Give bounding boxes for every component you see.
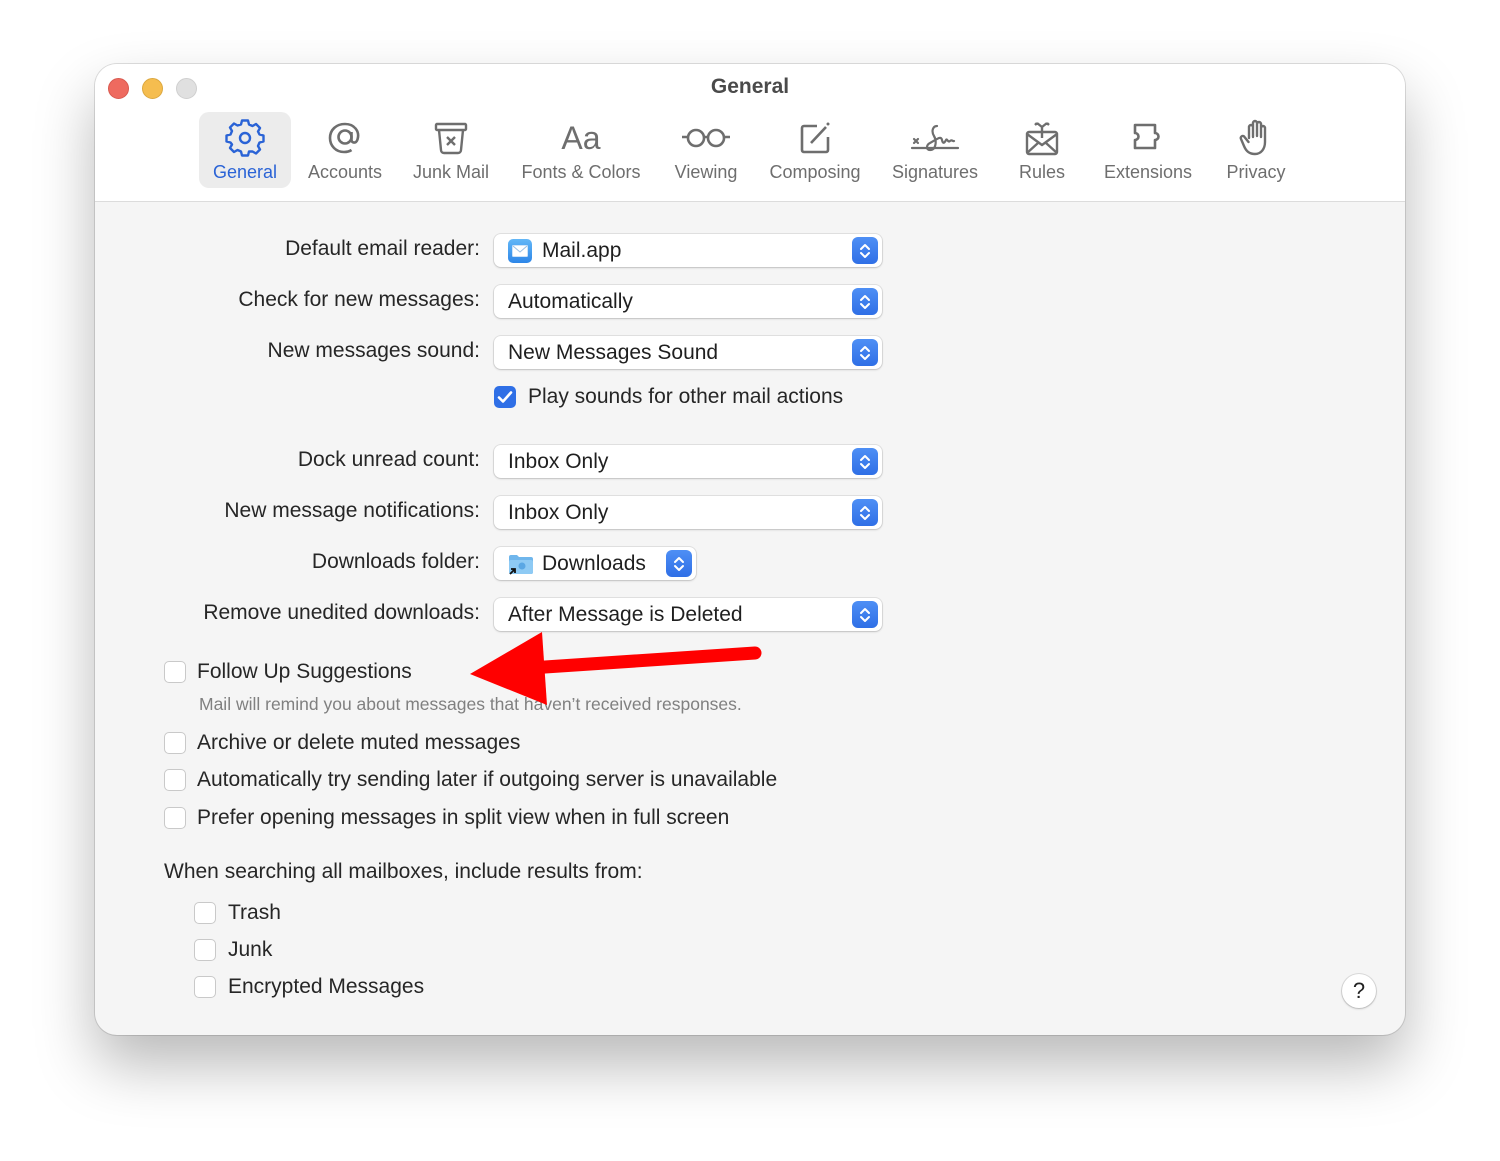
settings-toolbar: General Accounts Junk Mail Aa Fonts & Co…: [95, 112, 1405, 188]
new-messages-sound-label: New messages sound:: [267, 339, 480, 362]
dock-unread-count-label: Dock unread count:: [297, 448, 480, 471]
play-sounds-checkbox[interactable]: [494, 386, 516, 408]
window-title: General: [710, 75, 790, 98]
search-junk-label: Junk: [228, 938, 273, 961]
check-new-messages-label: Check for new messages:: [238, 288, 480, 311]
tab-rules[interactable]: Rules: [1005, 112, 1079, 188]
hand-icon: [1239, 119, 1267, 156]
glasses-icon: [682, 128, 730, 148]
check-new-messages-value: Automatically: [508, 289, 633, 313]
tab-composing[interactable]: Composing: [759, 112, 871, 188]
junk-bin-icon: [434, 122, 468, 155]
tab-fonts-colors[interactable]: Aa Fonts & Colors: [511, 112, 651, 188]
fonts-icon: Aa: [561, 120, 601, 156]
remove-unedited-downloads-label: Remove unedited downloads:: [203, 601, 480, 624]
gear-icon: [225, 119, 265, 157]
popup-stepper-icon: [852, 448, 878, 475]
tab-signatures-label: Signatures: [891, 162, 979, 182]
new-message-notifications-value: Inbox Only: [508, 500, 609, 524]
send-later-checkbox[interactable]: [164, 769, 186, 791]
tab-rules-label: Rules: [1018, 162, 1066, 182]
help-button[interactable]: ?: [1342, 974, 1376, 1008]
downloads-folder-popup[interactable]: Downloads: [494, 547, 696, 580]
rules-envelope-icon: [1025, 122, 1059, 156]
popup-stepper-icon: [852, 237, 878, 264]
tab-composing-label: Composing: [769, 162, 861, 182]
tab-signatures[interactable]: Signatures: [881, 112, 989, 188]
archive-muted-checkbox[interactable]: [164, 732, 186, 754]
tab-general[interactable]: General: [199, 112, 291, 188]
search-trash-checkbox[interactable]: [194, 902, 216, 924]
signature-icon: [910, 124, 960, 152]
tab-privacy[interactable]: Privacy: [1215, 112, 1297, 188]
new-message-notifications-popup[interactable]: Inbox Only: [494, 496, 882, 529]
search-encrypted-label: Encrypted Messages: [228, 975, 425, 998]
popup-stepper-icon: [852, 339, 878, 366]
tab-extensions-label: Extensions: [1103, 162, 1193, 182]
mail-app-icon: [508, 238, 532, 263]
remove-unedited-downloads-value: After Message is Deleted: [508, 602, 743, 626]
follow-up-suggestions-checkbox[interactable]: [164, 661, 186, 683]
popup-stepper-icon: [852, 601, 878, 628]
mail-settings-window: General General Accounts Junk Mail Aa Fo…: [95, 64, 1405, 1035]
tab-viewing-label: Viewing: [674, 162, 738, 182]
search-include-heading: When searching all mailboxes, include re…: [164, 860, 643, 883]
tab-junk-mail[interactable]: Junk Mail: [401, 112, 501, 188]
search-encrypted-checkbox[interactable]: [194, 976, 216, 998]
remove-unedited-downloads-popup[interactable]: After Message is Deleted: [494, 598, 882, 631]
downloads-folder-label: Downloads folder:: [311, 550, 480, 573]
send-later-label: Automatically try sending later if outgo…: [197, 768, 778, 791]
follow-up-suggestions-label: Follow Up Suggestions: [197, 660, 412, 683]
default-email-reader-popup[interactable]: Mail.app: [494, 234, 882, 267]
at-sign-icon: [328, 122, 360, 154]
tab-accounts[interactable]: Accounts: [299, 112, 391, 188]
dock-unread-count-popup[interactable]: Inbox Only: [494, 445, 882, 478]
downloads-folder-value: Downloads: [542, 551, 646, 575]
new-messages-sound-popup[interactable]: New Messages Sound: [494, 336, 882, 369]
new-messages-sound-value: New Messages Sound: [508, 340, 719, 364]
titlebar: General General Accounts Junk Mail Aa Fo…: [95, 64, 1405, 202]
play-sounds-label: Play sounds for other mail actions: [528, 385, 844, 408]
popup-stepper-icon: [666, 550, 692, 577]
new-message-notifications-label: New message notifications:: [224, 499, 480, 522]
folder-icon: [508, 553, 534, 575]
default-email-reader-label: Default email reader:: [285, 237, 480, 260]
default-email-reader-value: Mail.app: [542, 238, 622, 262]
search-trash-label: Trash: [228, 901, 281, 924]
tab-junk-mail-label: Junk Mail: [412, 162, 490, 182]
split-view-checkbox[interactable]: [164, 807, 186, 829]
checkmark-icon: [497, 391, 513, 403]
tab-general-label: General: [212, 162, 278, 182]
tab-extensions[interactable]: Extensions: [1095, 112, 1201, 188]
tab-accounts-label: Accounts: [307, 162, 383, 182]
follow-up-suggestions-hint: Mail will remind you about messages that…: [199, 694, 742, 714]
puzzle-icon: [1133, 123, 1160, 150]
popup-stepper-icon: [852, 288, 878, 315]
dock-unread-count-value: Inbox Only: [508, 449, 609, 473]
check-new-messages-popup[interactable]: Automatically: [494, 285, 882, 318]
tab-viewing[interactable]: Viewing: [663, 112, 749, 188]
compose-icon: [800, 122, 830, 154]
split-view-label: Prefer opening messages in split view wh…: [197, 806, 730, 829]
tab-fonts-colors-label: Fonts & Colors: [521, 162, 641, 182]
archive-muted-label: Archive or delete muted messages: [197, 731, 521, 754]
tab-privacy-label: Privacy: [1226, 162, 1286, 182]
popup-stepper-icon: [852, 499, 878, 526]
search-junk-checkbox[interactable]: [194, 939, 216, 961]
